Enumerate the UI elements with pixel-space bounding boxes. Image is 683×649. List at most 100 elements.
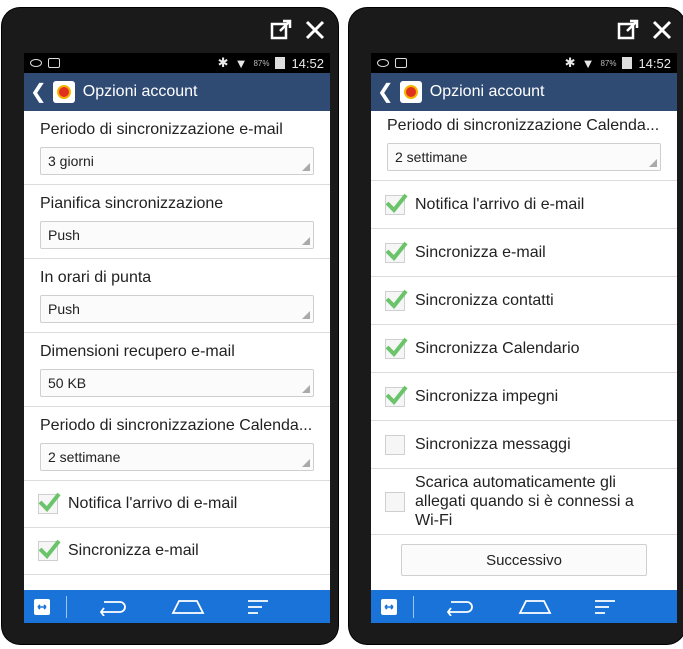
sync-period-select[interactable]: 3 giorni [40, 147, 314, 175]
home-icon[interactable] [500, 599, 570, 615]
battery-percent: 87% [253, 58, 270, 68]
setting-peak-hours: In orari di punta Push [24, 259, 330, 333]
setting-label: Periodo di sincronizzazione Calenda... [387, 117, 660, 134]
peak-hours-select[interactable]: Push [40, 295, 314, 323]
nav-divider [413, 595, 414, 618]
setting-sync-period-calendar: Periodo di sincronizzazione Calenda... 2… [371, 111, 677, 181]
clock: 14:52 [638, 55, 671, 71]
action-bar: ❮ Opzioni account [371, 73, 677, 111]
setting-label: Dimensioni recupero e-mail [40, 343, 235, 360]
check-icon [385, 193, 408, 213]
check-icon [385, 241, 408, 261]
checkbox-row-notify-email[interactable]: Notifica l'arrivo di e-mail [371, 181, 677, 229]
back-icon[interactable] [420, 598, 500, 616]
checkbox-checked[interactable] [385, 241, 408, 263]
settings-list: Periodo di sincronizzazione e-mail 3 gio… [24, 111, 330, 590]
menu-icon[interactable] [223, 598, 293, 616]
checkbox-row-sync-email[interactable]: Sincronizza e-mail [24, 528, 330, 575]
check-icon [385, 337, 408, 357]
notification-icon [48, 58, 60, 68]
open-in-new-icon[interactable] [270, 19, 292, 41]
checkbox-checked[interactable] [385, 193, 408, 215]
checkbox-label: Sincronizza e-mail [68, 542, 199, 559]
checkbox-label: Notifica l'arrivo di e-mail [415, 195, 585, 213]
wifi-icon: ▼ [234, 55, 248, 71]
checkbox-checked[interactable] [385, 337, 408, 359]
bottom-nav-bar [371, 590, 677, 623]
checkbox-label: Sincronizza e-mail [415, 243, 546, 261]
open-in-new-icon[interactable] [617, 19, 639, 41]
bottom-nav-bar [24, 590, 330, 623]
checkbox-row-notify-email[interactable]: Notifica l'arrivo di e-mail [24, 481, 330, 528]
checkbox-unchecked[interactable] [385, 434, 405, 455]
window-controls [270, 16, 326, 44]
page-title: Opzioni account [429, 83, 545, 100]
menu-icon[interactable] [570, 598, 640, 616]
close-icon[interactable] [304, 19, 326, 41]
settings-list: Periodo di sincronizzazione Calenda... 2… [371, 111, 677, 590]
sync-schedule-select[interactable]: Push [40, 221, 314, 249]
nav-divider [66, 595, 67, 618]
checkbox-label: Sincronizza impegni [415, 387, 559, 405]
action-bar: ❮ Opzioni account [24, 73, 330, 111]
checkbox-label: Sincronizza Calendario [415, 339, 580, 357]
back-icon[interactable] [73, 598, 153, 616]
clock: 14:52 [291, 55, 324, 71]
setting-label: Pianifica sincronizzazione [40, 195, 224, 212]
checkbox-row-sync-email[interactable]: Sincronizza e-mail [371, 229, 677, 277]
checkbox-label: Sincronizza messaggi [415, 435, 571, 453]
check-icon [385, 385, 408, 405]
back-arrow-icon[interactable]: ❮ [377, 82, 394, 102]
calendar-sync-select[interactable]: 2 settimane [387, 143, 661, 171]
status-bar: ✱ ▼ 87% 14:52 [24, 53, 330, 73]
eye-icon [30, 59, 42, 67]
bluetooth-icon: ✱ [217, 55, 229, 70]
setting-sync-period-calendar: Periodo di sincronizzazione Calenda... 2… [24, 407, 330, 481]
check-icon [38, 492, 61, 512]
eye-icon [377, 59, 389, 67]
setting-label: In orari di punta [40, 269, 152, 286]
checkbox-checked[interactable] [38, 492, 61, 514]
checkbox-row-auto-download-attachments[interactable]: Scarica automaticamente gli allegati qua… [371, 469, 677, 535]
battery-icon [275, 57, 286, 69]
battery-icon [622, 57, 633, 69]
checkbox-label: Notifica l'arrivo di e-mail [68, 495, 238, 512]
setting-label: Periodo di sincronizzazione e-mail [40, 121, 283, 138]
calendar-sync-select[interactable]: 2 settimane [40, 443, 314, 471]
wifi-icon: ▼ [581, 55, 595, 71]
checkbox-row-sync-messages[interactable]: Sincronizza messaggi [371, 421, 677, 469]
checkbox-unchecked[interactable] [385, 491, 405, 512]
check-icon [385, 289, 408, 309]
checkbox-row-sync-calendar[interactable]: Sincronizza Calendario [371, 325, 677, 373]
retrieve-size-select[interactable]: 50 KB [40, 369, 314, 397]
app-switch-icon[interactable] [24, 598, 60, 616]
checkbox-row-sync-contacts[interactable]: Sincronizza contatti [371, 277, 677, 325]
check-icon [38, 539, 61, 559]
window-controls [617, 16, 673, 44]
setting-sync-period-email: Periodo di sincronizzazione e-mail 3 gio… [24, 111, 330, 185]
close-icon[interactable] [651, 19, 673, 41]
checkbox-checked[interactable] [38, 539, 61, 561]
screen-left: ✱ ▼ 87% 14:52 ❮ Opzioni account Periodo … [24, 53, 330, 623]
email-app-icon [52, 81, 75, 103]
next-button-area: Successivo [371, 535, 677, 585]
app-switch-icon[interactable] [371, 598, 407, 616]
checkbox-checked[interactable] [385, 385, 408, 407]
status-bar: ✱ ▼ 87% 14:52 [371, 53, 677, 73]
checkbox-label: Sincronizza contatti [415, 291, 554, 309]
checkbox-row-sync-tasks[interactable]: Sincronizza impegni [371, 373, 677, 421]
phone-right: ✱ ▼ 87% 14:52 ❮ Opzioni account Periodo … [349, 8, 683, 644]
battery-percent: 87% [600, 58, 617, 68]
email-app-icon [399, 81, 422, 103]
notification-icon [395, 58, 407, 68]
home-icon[interactable] [153, 599, 223, 615]
checkbox-label: Scarica automaticamente gli allegati qua… [415, 474, 634, 529]
next-button[interactable]: Successivo [401, 544, 647, 576]
screen-right: ✱ ▼ 87% 14:52 ❮ Opzioni account Periodo … [371, 53, 677, 623]
setting-label: Periodo di sincronizzazione Calenda... [40, 417, 313, 434]
back-arrow-icon[interactable]: ❮ [30, 82, 47, 102]
setting-retrieve-size: Dimensioni recupero e-mail 50 KB [24, 333, 330, 407]
phone-left: ✱ ▼ 87% 14:52 ❮ Opzioni account Periodo … [2, 8, 338, 644]
bluetooth-icon: ✱ [564, 55, 576, 70]
checkbox-checked[interactable] [385, 289, 408, 311]
